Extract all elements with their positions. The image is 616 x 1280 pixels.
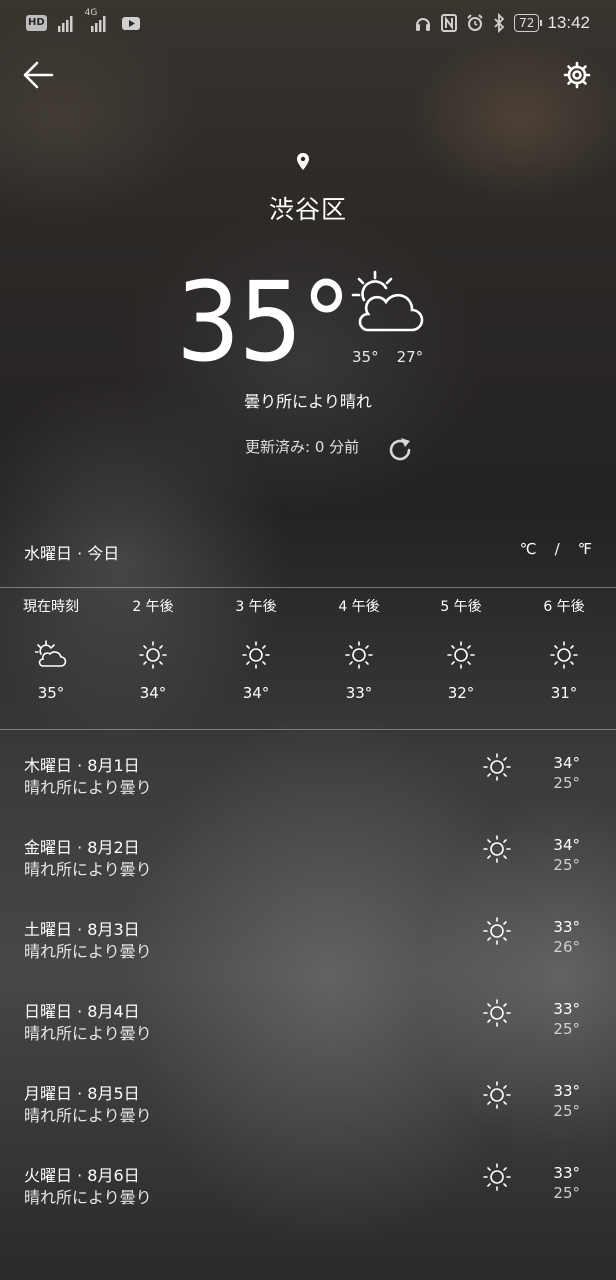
status-time: 13:42 <box>547 13 590 32</box>
daily-item[interactable]: 日曜日 · 8月4日 晴れ所により曇り 33° 25° <box>0 994 616 1064</box>
hourly-time: 5 午後 <box>440 599 482 615</box>
bluetooth-icon <box>494 12 505 34</box>
daily-low: 25° <box>553 856 580 874</box>
today-high: 35° <box>352 348 379 366</box>
daily-date: 木曜日 · 8月1日 <box>24 756 140 775</box>
sun-icon <box>483 835 511 863</box>
daily-low: 25° <box>553 774 580 792</box>
sun-icon <box>483 1081 511 1109</box>
daily-high: 33° <box>553 1082 580 1100</box>
settings-button[interactable] <box>558 56 596 94</box>
sun-icon <box>447 641 475 669</box>
sun-icon <box>345 641 373 669</box>
daily-high: 33° <box>553 918 580 936</box>
hourly-temp: 31° <box>550 684 578 702</box>
hourly-item: 現在時刻 35° <box>0 596 102 702</box>
partly-cloudy-icon <box>35 640 67 667</box>
hourly-time: 4 午後 <box>338 599 380 615</box>
daily-high: 33° <box>553 1164 580 1182</box>
sun-icon <box>483 917 511 945</box>
hourly-temp: 35° <box>37 684 65 702</box>
partly-cloudy-icon <box>351 270 424 332</box>
hourly-item: 2 午後 34° <box>102 596 204 702</box>
daily-high: 34° <box>553 754 580 772</box>
daily-item[interactable]: 月曜日 · 8月5日 晴れ所により曇り 33° 25° <box>0 1076 616 1146</box>
daily-item[interactable]: 木曜日 · 8月1日 晴れ所により曇り 34° 25° <box>0 748 616 818</box>
hourly-time: 3 午後 <box>235 599 277 615</box>
hourly-item: 5 午後 32° <box>410 596 512 702</box>
divider <box>0 587 616 588</box>
unit-toggle: ℃ / ℉ <box>520 540 592 558</box>
daily-date: 金曜日 · 8月2日 <box>24 838 140 857</box>
sun-icon <box>242 641 270 669</box>
divider <box>0 729 616 730</box>
status-bar: HD 4G 72 13:42 <box>0 0 616 48</box>
sun-icon <box>139 641 167 669</box>
daily-low: 26° <box>553 938 580 956</box>
daily-high: 34° <box>553 836 580 854</box>
today-low: 27° <box>396 348 424 366</box>
headphones-icon <box>416 18 431 31</box>
hourly-time: 現在時刻 <box>23 599 79 615</box>
daily-condition: 晴れ所により曇り <box>24 1188 152 1207</box>
daily-date: 火曜日 · 8月6日 <box>24 1166 140 1185</box>
sun-icon <box>483 753 511 781</box>
nfc-icon <box>441 14 458 32</box>
sun-icon <box>483 1163 511 1191</box>
hourly-item: 6 午後 31° <box>513 596 615 702</box>
hourly-item: 4 午後 33° <box>308 596 410 702</box>
refresh-button[interactable] <box>386 436 414 464</box>
high-low: 35° 27° <box>352 348 441 366</box>
daily-condition: 晴れ所により曇り <box>24 778 152 797</box>
celsius-option[interactable]: ℃ <box>520 540 537 558</box>
fahrenheit-option[interactable]: ℉ <box>578 540 592 558</box>
city-name: 渋谷区 <box>268 195 347 224</box>
alarm-icon <box>467 14 483 31</box>
hourly-time: 6 午後 <box>543 599 585 615</box>
daily-low: 25° <box>553 1102 580 1120</box>
daily-date: 日曜日 · 8月4日 <box>24 1002 140 1021</box>
current-temperature: 35° <box>176 258 352 386</box>
daily-date: 土曜日 · 8月3日 <box>24 920 140 939</box>
hourly-temp: 34° <box>242 684 270 702</box>
daily-date: 月曜日 · 8月5日 <box>24 1084 140 1103</box>
daily-condition: 晴れ所により曇り <box>24 942 152 961</box>
daily-condition: 晴れ所により曇り <box>24 1106 152 1125</box>
network-label: 4G <box>84 8 98 18</box>
refresh-icon <box>389 438 411 461</box>
hourly-item: 3 午後 34° <box>205 596 307 702</box>
signal-icon <box>57 16 73 32</box>
youtube-icon <box>121 17 140 30</box>
current-condition: 曇り所により晴れ <box>244 392 372 411</box>
hourly-temp: 32° <box>447 684 475 702</box>
today-label: 水曜日 · 今日 <box>24 544 120 563</box>
daily-item[interactable]: 金曜日 · 8月2日 晴れ所により曇り 34° 25° <box>0 830 616 900</box>
hourly-forecast: 現在時刻 35° 2 午後 34° 3 午後 34° 4 午後 33° 5 午後… <box>0 596 616 716</box>
daily-condition: 晴れ所により曇り <box>24 1024 152 1043</box>
location-pin-icon <box>297 153 309 170</box>
hourly-temp: 34° <box>139 684 167 702</box>
daily-condition: 晴れ所により曇り <box>24 860 152 879</box>
back-button[interactable] <box>20 56 58 94</box>
network-4g: 4G <box>85 8 111 34</box>
sun-icon <box>550 641 578 669</box>
daily-low: 25° <box>553 1020 580 1038</box>
daily-item[interactable]: 火曜日 · 8月6日 晴れ所により曇り 33° 25° <box>0 1158 616 1228</box>
sun-icon <box>483 999 511 1027</box>
daily-high: 33° <box>553 1000 580 1018</box>
unit-separator: / <box>554 540 560 558</box>
hourly-time: 2 午後 <box>132 599 174 615</box>
battery-indicator: 72 <box>514 14 543 32</box>
gear-icon <box>563 61 591 89</box>
hourly-temp: 33° <box>345 684 373 702</box>
arrow-left-icon <box>23 61 54 89</box>
hd-badge: HD <box>26 15 47 31</box>
daily-item[interactable]: 土曜日 · 8月3日 晴れ所により曇り 33° 26° <box>0 912 616 982</box>
daily-low: 25° <box>553 1184 580 1202</box>
updated-time: 更新済み: 0 分前 <box>245 438 360 456</box>
